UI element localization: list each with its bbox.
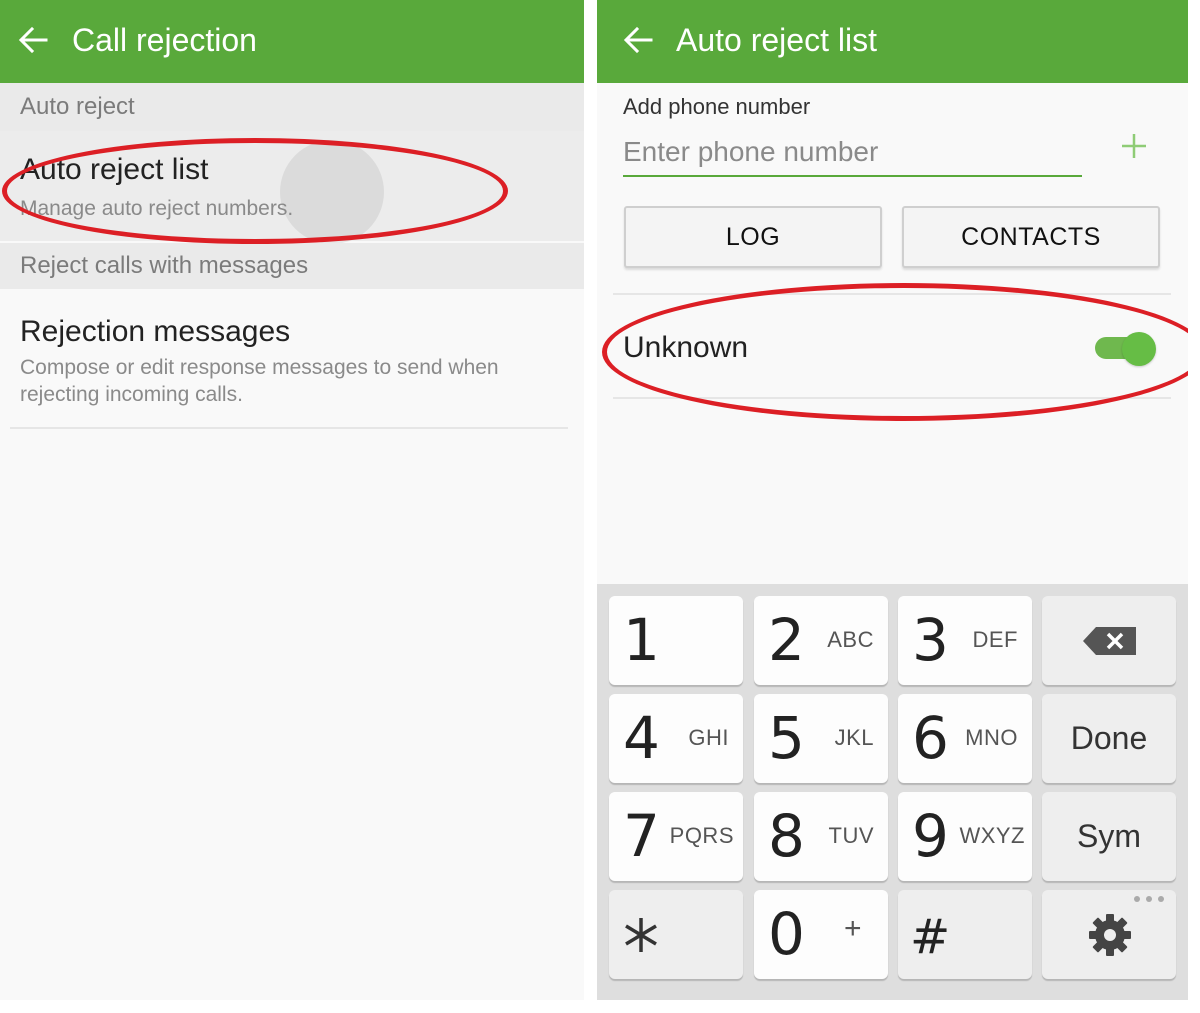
- key-6[interactable]: 6 MNO: [898, 694, 1032, 783]
- rejection-messages-item[interactable]: Rejection messages Compose or edit respo…: [0, 289, 584, 427]
- auto-reject-list-subtitle: Manage auto reject numbers.: [20, 197, 294, 220]
- input-underline: [623, 175, 1082, 177]
- key-5[interactable]: 5 JKL: [754, 694, 888, 783]
- key-0[interactable]: 0 +: [754, 890, 888, 979]
- key-letters: GHI: [688, 725, 729, 750]
- key-digit: 4: [623, 704, 660, 772]
- asterisk-icon: [625, 918, 657, 952]
- key-letters: PQRS: [669, 823, 734, 848]
- key-3[interactable]: 3 DEF: [898, 596, 1032, 685]
- key-8[interactable]: 8 TUV: [754, 792, 888, 881]
- app-bar: Auto reject list: [597, 0, 1188, 83]
- plus-icon[interactable]: [1119, 128, 1149, 164]
- section-header-reject-messages: Reject calls with messages: [0, 243, 584, 289]
- key-letters: +: [843, 912, 862, 945]
- toggle-thumb[interactable]: [1122, 332, 1156, 366]
- key-7[interactable]: 7 PQRS: [609, 792, 743, 881]
- contacts-button[interactable]: CONTACTS: [902, 206, 1160, 268]
- key-letters: ABC: [827, 627, 874, 652]
- more-dots-icon: [1134, 896, 1164, 902]
- key-9[interactable]: 9 WXYZ: [898, 792, 1032, 881]
- asterisk-key[interactable]: [609, 890, 743, 979]
- key-letters: JKL: [834, 725, 874, 750]
- page-title: Auto reject list: [676, 22, 877, 58]
- sym-label: Sym: [1077, 818, 1141, 854]
- hash-label: #: [910, 909, 951, 965]
- hash-key[interactable]: #: [898, 890, 1032, 979]
- key-digit: 8: [768, 802, 805, 870]
- phone-number-input[interactable]: [623, 130, 1081, 174]
- key-1[interactable]: 1: [609, 596, 743, 685]
- back-arrow-icon[interactable]: [619, 20, 659, 60]
- key-2[interactable]: 2 ABC: [754, 596, 888, 685]
- key-digit: 5: [768, 704, 805, 772]
- key-digit: 1: [623, 606, 660, 674]
- key-digit: 0: [768, 900, 805, 968]
- list-divider: [613, 397, 1171, 399]
- call-rejection-screen: Call rejection Auto reject Auto reject l…: [0, 0, 584, 1000]
- key-digit: 2: [768, 606, 805, 674]
- app-bar: Call rejection: [0, 0, 584, 83]
- backspace-icon: [1083, 627, 1136, 655]
- key-letters: TUV: [828, 823, 874, 848]
- settings-key[interactable]: [1042, 890, 1176, 979]
- key-digit: 9: [912, 802, 949, 870]
- unknown-label: Unknown: [623, 331, 749, 364]
- key-letters: MNO: [965, 725, 1018, 750]
- key-letters: WXYZ: [959, 823, 1025, 848]
- key-digit: 7: [623, 802, 660, 870]
- auto-reject-list-screen: Auto reject list Add phone number LOG CO…: [597, 0, 1188, 1000]
- auto-reject-list-title: Auto reject list: [20, 153, 209, 186]
- key-4[interactable]: 4 GHI: [609, 694, 743, 783]
- key-digit: 6: [912, 704, 949, 772]
- rejection-messages-subtitle: Compose or edit response messages to sen…: [20, 356, 499, 406]
- numeric-keypad: 1 2 ABC 3 DEF 4 GHI 5 JKL 6 MNO Done 7 P…: [597, 584, 1188, 1000]
- touch-ripple: [280, 140, 384, 244]
- log-button[interactable]: LOG: [624, 206, 882, 268]
- back-arrow-icon[interactable]: [14, 20, 54, 60]
- done-key[interactable]: Done: [1042, 694, 1176, 783]
- key-letters: DEF: [972, 627, 1018, 652]
- key-digit: 3: [912, 606, 949, 674]
- backspace-key[interactable]: [1042, 596, 1176, 685]
- gear-icon: [1089, 914, 1131, 956]
- list-divider: [10, 427, 568, 429]
- done-label: Done: [1070, 720, 1148, 756]
- auto-reject-list-item[interactable]: Auto reject list Manage auto reject numb…: [0, 131, 584, 244]
- sym-key[interactable]: Sym: [1042, 792, 1176, 881]
- add-phone-label: Add phone number: [623, 94, 811, 119]
- rejection-messages-title: Rejection messages: [20, 315, 291, 348]
- page-title: Call rejection: [72, 22, 257, 58]
- section-header-auto-reject: Auto reject: [0, 83, 584, 131]
